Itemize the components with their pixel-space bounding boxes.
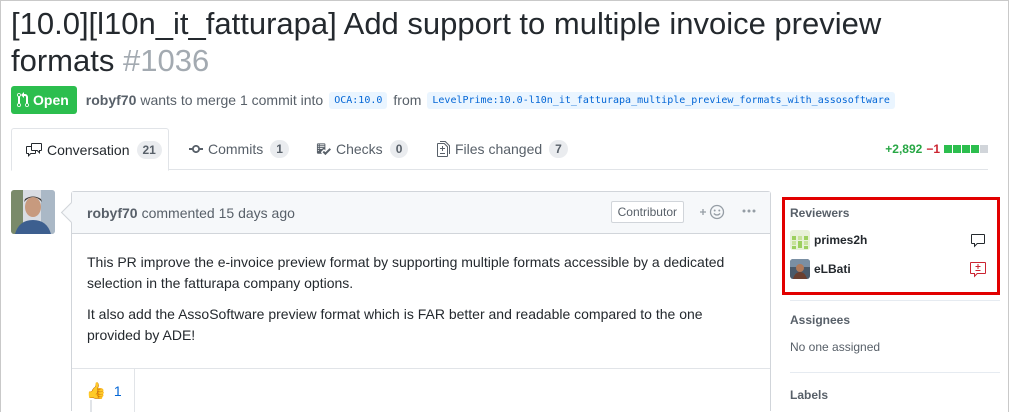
reviewer-item[interactable]: primes2h bbox=[790, 230, 995, 250]
labels-heading[interactable]: Labels bbox=[790, 388, 828, 402]
from-text: from bbox=[393, 92, 422, 108]
comment-timestamp[interactable]: commented 15 days ago bbox=[142, 205, 295, 221]
comment-box: robyf70 commented 15 days ago Contributo… bbox=[71, 191, 771, 412]
avatar[interactable] bbox=[11, 190, 55, 234]
tab-conversation[interactable]: Conversation 21 bbox=[11, 128, 169, 171]
base-branch[interactable]: OCA:10.0 bbox=[329, 91, 388, 109]
comment-paragraph: This PR improve the e-invoice preview fo… bbox=[87, 254, 725, 291]
thumbs-up-reaction[interactable]: 👍 1 bbox=[72, 369, 135, 412]
smiley-plus-icon bbox=[700, 204, 725, 220]
avatar bbox=[790, 230, 810, 250]
sidebar-divider bbox=[790, 372, 1000, 373]
reaction-count: 1 bbox=[113, 382, 122, 399]
file-diff-icon bbox=[437, 141, 450, 157]
comment-author-link[interactable]: robyf70 bbox=[87, 205, 138, 221]
comment-paragraph: It also add the AssoSoftware preview for… bbox=[87, 306, 703, 343]
git-commit-icon bbox=[189, 145, 203, 153]
reviewer-item[interactable]: eLBati bbox=[790, 259, 995, 279]
checklist-icon bbox=[316, 143, 331, 156]
pr-author-link[interactable]: robyf70 bbox=[86, 92, 137, 108]
status-badge: Open bbox=[11, 86, 77, 114]
tab-commits[interactable]: Commits 1 bbox=[189, 128, 289, 170]
diff-deletions: −1 bbox=[926, 142, 940, 156]
tab-counter: 21 bbox=[136, 140, 162, 159]
timeline-line bbox=[90, 400, 92, 412]
comment-header: robyf70 commented 15 days ago Contributo… bbox=[72, 192, 770, 234]
status-label: Open bbox=[33, 92, 69, 108]
reviewer-name: eLBati bbox=[814, 262, 851, 276]
sidebar-divider bbox=[790, 300, 1000, 301]
comment-body: This PR improve the e-invoice preview fo… bbox=[72, 234, 770, 346]
diffstat: +2,892 −1 bbox=[885, 142, 988, 156]
reactions-bar: 👍 1 bbox=[72, 368, 770, 412]
contributor-badge: Contributor bbox=[610, 201, 684, 223]
tab-checks[interactable]: Checks 0 bbox=[316, 128, 409, 170]
assignees-value: No one assigned bbox=[790, 340, 881, 354]
head-branch[interactable]: LevelPrime:10.0-l10n_it_fatturapa_multip… bbox=[427, 91, 895, 109]
git-pull-request-icon bbox=[17, 92, 29, 108]
diff-blocks bbox=[944, 145, 988, 153]
pr-title: [10.0][l10n_it_fatturapa] Add support to… bbox=[11, 6, 882, 78]
tab-counter: 0 bbox=[389, 140, 409, 158]
comment-icon bbox=[970, 233, 986, 252]
kebab-horizontal-icon bbox=[742, 209, 756, 212]
reviewers-heading[interactable]: Reviewers bbox=[790, 206, 849, 220]
add-reaction-button[interactable] bbox=[698, 204, 726, 220]
comment-discussion-icon bbox=[26, 142, 42, 157]
merge-text: wants to merge 1 commit into bbox=[140, 92, 324, 108]
request-changes-icon bbox=[970, 262, 986, 281]
more-options-button[interactable] bbox=[742, 203, 756, 222]
assignees-heading[interactable]: Assignees bbox=[790, 313, 850, 327]
pr-tabs: Conversation 21 Commits 1 Checks 0 Files ch… bbox=[11, 128, 988, 171]
pr-meta: Open robyf70 wants to merge 1 commit int… bbox=[11, 86, 901, 114]
diff-additions: +2,892 bbox=[885, 142, 923, 156]
thumbs-up-icon: 👍 bbox=[86, 382, 106, 400]
tab-files-changed[interactable]: Files changed 7 bbox=[437, 128, 568, 170]
tab-counter: 1 bbox=[270, 140, 289, 158]
avatar bbox=[790, 259, 810, 279]
reviewer-name: primes2h bbox=[814, 233, 868, 247]
pr-number: #1036 bbox=[122, 43, 210, 78]
tab-counter: 7 bbox=[549, 140, 568, 158]
